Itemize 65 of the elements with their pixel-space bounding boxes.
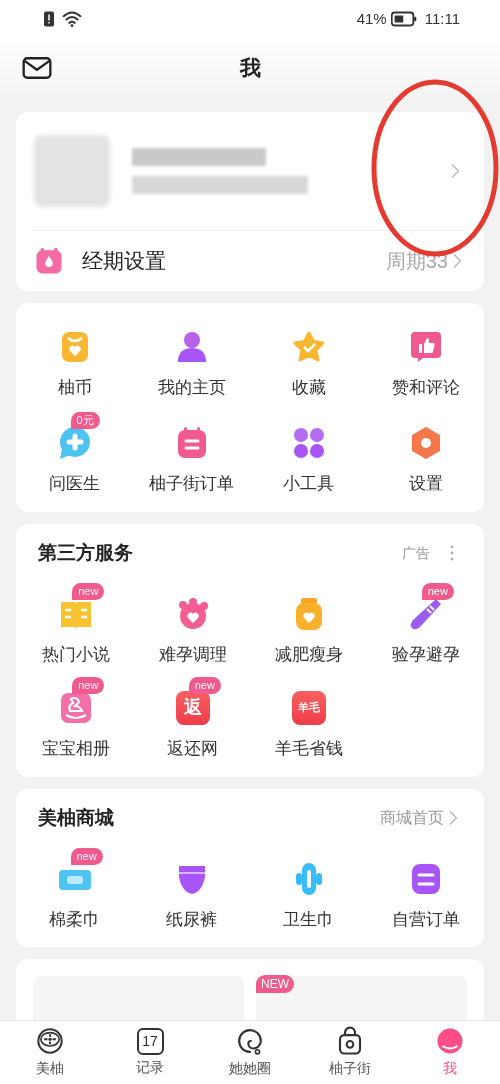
menu-label: 难孕调理: [158, 644, 227, 666]
page-title: 我: [239, 55, 261, 82]
menu-item[interactable]: new 热门小说: [18, 582, 135, 668]
menu-item[interactable]: 减肥瘦身: [251, 582, 368, 668]
menu-item[interactable]: 0元 问医生: [16, 410, 133, 496]
menu-label: 热门小说: [42, 644, 111, 666]
pomelo-icon: [35, 1026, 65, 1056]
menu-item[interactable]: 我的主页: [133, 315, 250, 401]
tab[interactable]: 17 记录: [100, 1021, 200, 1084]
return-icon: 返: [175, 690, 210, 725]
clock: 11:11: [424, 8, 460, 29]
menu-label: 问医生: [49, 472, 100, 495]
tab[interactable]: 她她圈: [200, 1021, 300, 1084]
badge: 0元: [70, 411, 100, 429]
menu-label: 赞和评论: [391, 377, 460, 399]
wifi-icon: [62, 9, 82, 29]
menu-item[interactable]: new 宝宝相册: [18, 675, 135, 761]
menu-label: 自营订单: [391, 909, 460, 931]
menu-item[interactable]: 柚子街订单: [133, 410, 250, 496]
menu-label: 棉柔巾: [49, 909, 100, 931]
menu-label: 返还网: [167, 737, 219, 760]
badge: new: [72, 583, 105, 600]
cycle-settings-label: 经期设置: [82, 248, 166, 275]
calendar-icon: 17: [136, 1027, 164, 1055]
menu-item[interactable]: 收藏: [250, 315, 367, 401]
spiral-icon: [235, 1026, 265, 1056]
menu-item[interactable]: 小工具: [250, 410, 367, 496]
menu-item[interactable]: 难孕调理: [134, 582, 251, 668]
menu-item[interactable]: new 棉柔巾: [16, 847, 133, 933]
drop-calendar-icon: [34, 246, 64, 276]
promo-tile[interactable]: [33, 975, 244, 1020]
menu-item[interactable]: 纸尿裤: [133, 847, 250, 933]
tab[interactable]: 柚子街: [300, 1021, 400, 1084]
menu-item[interactable]: 羊毛 羊毛省钱: [251, 675, 368, 761]
badge: new: [188, 676, 221, 694]
menu-label: 设置: [408, 472, 443, 495]
badge: new: [421, 583, 454, 600]
menu-label: 收藏: [291, 377, 326, 399]
menu-item[interactable]: 自营订单: [367, 847, 484, 933]
tab[interactable]: 美柚: [0, 1021, 100, 1084]
ad-label: 广告: [402, 543, 430, 563]
badge: new: [70, 848, 103, 865]
menu-item[interactable]: 设置: [367, 410, 484, 496]
menu-label: 小工具: [283, 472, 334, 495]
badge: NEW: [256, 974, 294, 993]
menu-item[interactable]: new 返 返还网: [134, 675, 251, 761]
menu-label: 卫生巾: [283, 909, 334, 931]
menu-label: 减肥瘦身: [275, 644, 344, 666]
menu-item[interactable]: 赞和评论: [367, 315, 484, 401]
menu-item[interactable]: new 验孕避孕: [367, 582, 484, 668]
menu-label: 柚币: [57, 377, 92, 399]
wool-icon: 羊毛: [292, 690, 327, 725]
menu-label: 纸尿裤: [166, 909, 217, 931]
section-title: 美柚商城: [38, 805, 114, 830]
badge: new: [72, 676, 105, 694]
menu-item[interactable]: 柚币: [16, 315, 133, 401]
menu-label: 宝宝相册: [42, 737, 111, 760]
battery-percent: 41%: [356, 8, 387, 29]
profile-icon: [435, 1026, 465, 1056]
menu-label: 我的主页: [157, 377, 226, 399]
section-title: 第三方服务: [38, 540, 133, 565]
menu-label: 柚子街订单: [149, 472, 234, 495]
menu-item[interactable]: 卫生巾: [250, 847, 367, 933]
menu-label: 羊毛省钱: [275, 737, 344, 760]
menu-label: 验孕避孕: [391, 644, 460, 666]
